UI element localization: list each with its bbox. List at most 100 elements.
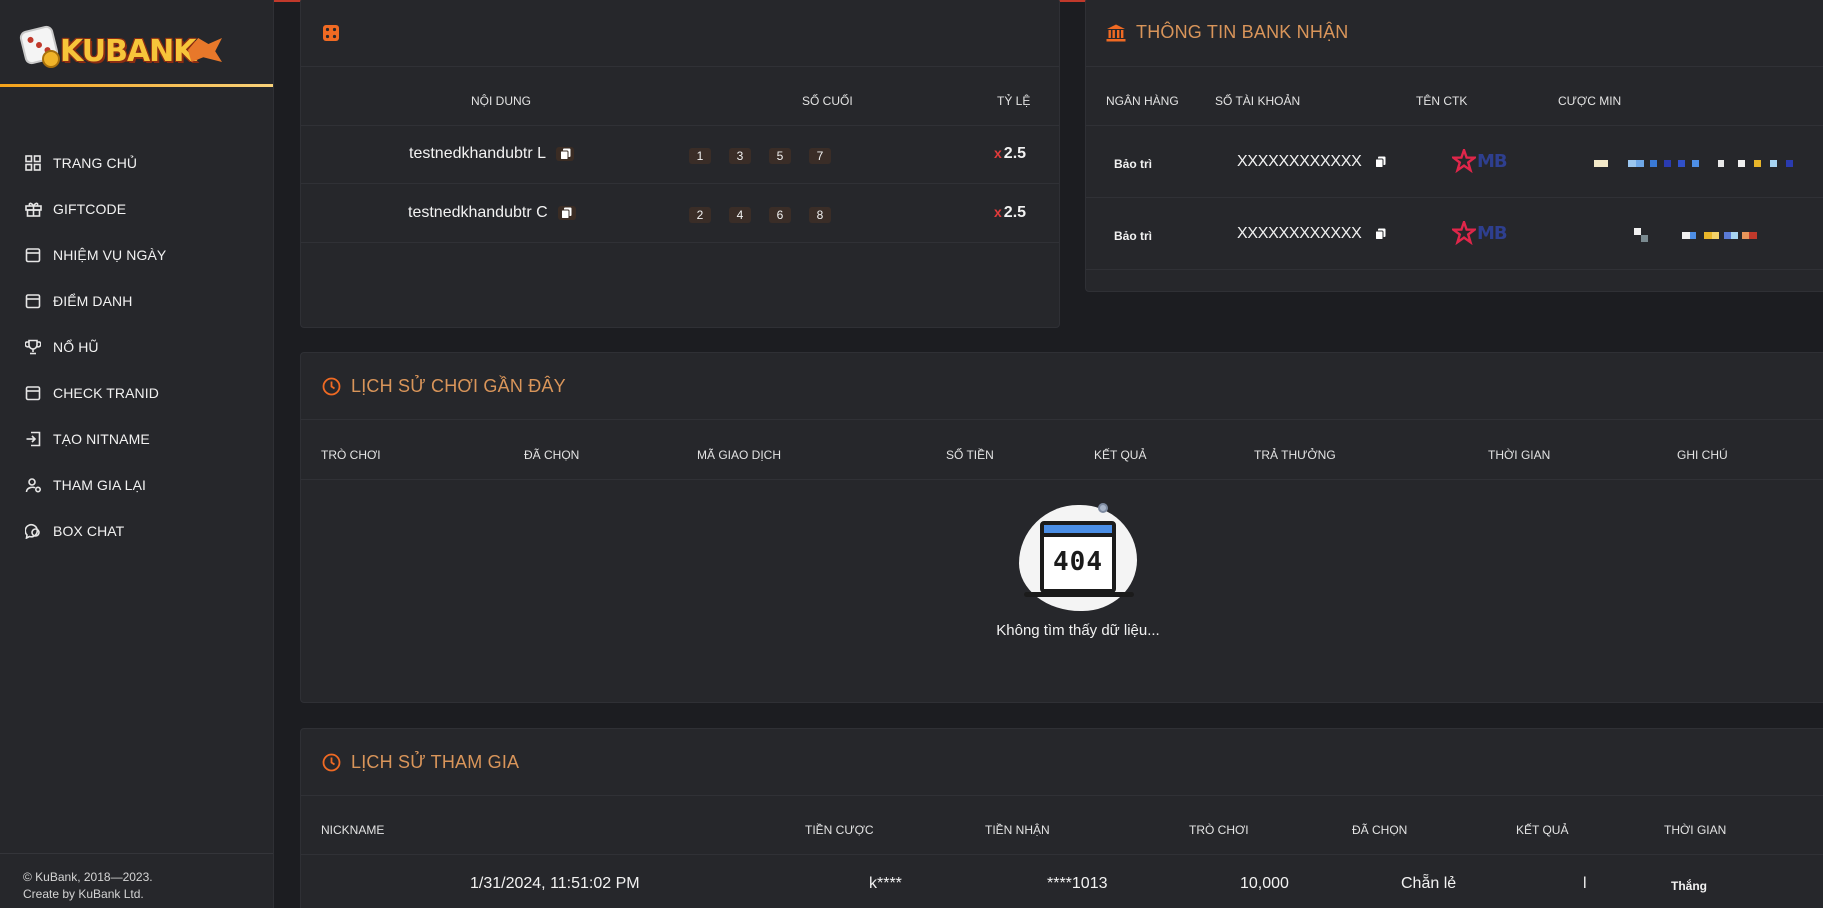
copy-icon[interactable] xyxy=(557,206,576,220)
rules-panel-header xyxy=(301,0,1059,67)
multiplier-sign: x xyxy=(994,145,1002,161)
calendar-icon xyxy=(24,246,42,264)
ratio-number: 2.5 xyxy=(1003,145,1027,162)
sidebar-item-tao-nitname[interactable]: TẠO NITNAME xyxy=(0,416,273,462)
copy-icon[interactable] xyxy=(1371,155,1389,169)
sidebar-item-tham-gia-lai[interactable]: THAM GIA LẠI xyxy=(0,462,273,508)
chip-logo-icon xyxy=(42,50,60,68)
user-gear-icon xyxy=(24,476,42,494)
calendar-check-icon xyxy=(24,292,42,310)
bank-header-account: SỐ TÀI KHOẢN xyxy=(1215,94,1301,108)
recent-header-note: GHI CHÚ xyxy=(1677,448,1728,462)
bank-panel-header: THÔNG TIN BANK NHẬN xyxy=(1086,0,1823,67)
sidebar-item-label: TẠO NITNAME xyxy=(53,431,150,447)
digit-badge: 3 xyxy=(729,148,751,164)
recent-history-title: LỊCH SỬ CHƠI GẦN ĐÂY xyxy=(351,375,566,396)
row-divider xyxy=(301,854,1823,855)
mb-bank-logo: MB xyxy=(1452,221,1508,245)
digit-badge: 5 xyxy=(769,148,791,164)
rules-panel: NỘI DUNG SỐ CUỐI TỶ LỆ testnedkhandubtr … xyxy=(300,0,1060,328)
empty-state-base xyxy=(1024,592,1134,597)
copy-icon[interactable] xyxy=(556,147,574,161)
bank-header-name: TÊN CTK xyxy=(1416,94,1468,108)
calendar-search-icon xyxy=(24,384,42,402)
mb-text: MB xyxy=(1477,150,1508,172)
sidebar-item-label: THAM GIA LẠI xyxy=(53,477,146,493)
sidebar-footer: © KuBank, 2018—2023. Create by KuBank Lt… xyxy=(23,869,153,903)
sidebar-item-box-chat[interactable]: BOX CHAT xyxy=(0,508,273,554)
card-top-bar xyxy=(1044,525,1112,537)
participation-history-title: LỊCH SỬ THAM GIA xyxy=(351,751,520,772)
rule-content-text: testnedkhandubtr C xyxy=(408,204,548,221)
sidebar-item-no-hu[interactable]: NỔ HŨ xyxy=(0,324,273,370)
recent-header-transaction: MÃ GIAO DỊCH xyxy=(697,448,782,462)
footer-credit: Create by KuBank Ltd. xyxy=(23,887,144,901)
ratio-value: x 2.5 xyxy=(994,204,1026,222)
sidebar-item-label: TRANG CHỦ xyxy=(53,155,138,171)
copy-icon[interactable] xyxy=(1371,227,1389,241)
chat-icon xyxy=(24,522,42,540)
mb-text: MB xyxy=(1477,222,1508,244)
ratio-number: 2.5 xyxy=(1003,204,1027,221)
empty-state-dot xyxy=(1098,503,1108,513)
mb-star-icon xyxy=(1452,221,1476,245)
row-divider xyxy=(301,183,1059,184)
empty-state-text: Không tìm thấy dữ liệu... xyxy=(996,622,1160,639)
joined-header-choice: ĐÃ CHỌN xyxy=(1352,823,1408,837)
gift-icon xyxy=(24,200,42,218)
login-icon xyxy=(24,430,42,448)
row-divider xyxy=(301,479,1823,480)
joined-header-nickname: NICKNAME xyxy=(321,823,385,837)
joined-header-result: KẾT QUẢ xyxy=(1516,823,1569,837)
participation-history-panel: LỊCH SỬ THAM GIA NICKNAME TIỀN CƯỢC TIỀN… xyxy=(300,728,1823,908)
row-divider xyxy=(1086,125,1823,126)
joined-header-bet: TIỀN CƯỢC xyxy=(805,823,874,837)
account-number: XXXXXXXXXXXX xyxy=(1237,153,1362,170)
multiplier-sign: x xyxy=(994,204,1002,220)
participation-history-header: LỊCH SỬ THAM GIA xyxy=(301,729,1823,796)
not-found-icon: 404 xyxy=(1040,521,1116,593)
grid-icon xyxy=(24,154,42,172)
sidebar-item-giftcode[interactable]: GIFTCODE xyxy=(0,186,273,232)
mb-bank-logo: MB xyxy=(1452,149,1508,173)
joined-row-account: ****1013 xyxy=(1047,875,1108,892)
joined-row-choice: l xyxy=(1583,875,1587,892)
joined-row-nickname: k**** xyxy=(869,875,902,892)
brand-logo[interactable]: KUBANK xyxy=(18,16,222,72)
recent-header-payout: TRẢ THƯỞNG xyxy=(1254,448,1336,462)
sidebar-nav: TRANG CHỦ GIFTCODE NHIỆM VỤ NGÀY ĐIỂM DA… xyxy=(0,140,273,554)
logo-text: KUBANK xyxy=(60,34,197,69)
bank-account: XXXXXXXXXXXX xyxy=(1237,225,1389,243)
clock-icon xyxy=(321,376,341,396)
recent-header-game: TRÒ CHƠI xyxy=(321,448,381,462)
footer-copyright: © KuBank, 2018—2023. xyxy=(23,870,153,884)
sidebar-item-label: BOX CHAT xyxy=(53,523,125,539)
sidebar-item-label: GIFTCODE xyxy=(53,201,127,217)
digit-badge: 1 xyxy=(689,148,711,164)
digit-badge: 4 xyxy=(729,207,751,223)
bank-header-bank: NGÂN HÀNG xyxy=(1106,94,1179,108)
recent-history-header: LỊCH SỬ CHƠI GẦN ĐÂY xyxy=(301,353,1823,420)
digit-badge: 2 xyxy=(689,207,711,223)
account-number: XXXXXXXXXXXX xyxy=(1237,225,1362,242)
rule-content: testnedkhandubtr C xyxy=(408,204,576,222)
rules-header-content: NỘI DUNG xyxy=(471,94,531,108)
sidebar-item-nhiem-vu-ngay[interactable]: NHIỆM VỤ NGÀY xyxy=(0,232,273,278)
not-found-code: 404 xyxy=(1053,547,1103,577)
sidebar-item-label: NỔ HŨ xyxy=(53,339,99,355)
row-divider xyxy=(1086,197,1823,198)
row-divider xyxy=(301,242,1059,243)
bank-panel: THÔNG TIN BANK NHẬN NGÂN HÀNG SỐ TÀI KHO… xyxy=(1085,0,1823,292)
rule-content-text: testnedkhandubtr L xyxy=(409,145,546,162)
joined-row-game: Chẵn lẻ xyxy=(1401,875,1457,892)
recent-header-result: KẾT QUẢ xyxy=(1094,448,1147,462)
joined-row-time: 1/31/2024, 11:51:02 PM xyxy=(470,875,640,892)
sidebar-item-check-tranid[interactable]: CHECK TRANID xyxy=(0,370,273,416)
row-divider xyxy=(301,125,1059,126)
sidebar-item-diem-danh[interactable]: ĐIỂM DANH xyxy=(0,278,273,324)
joined-header-received: TIỀN NHẬN xyxy=(985,823,1050,837)
sidebar-item-trang-chu[interactable]: TRANG CHỦ xyxy=(0,140,273,186)
rules-header-ratio: TỶ LỆ xyxy=(997,94,1031,108)
bank-panel-title: THÔNG TIN BANK NHẬN xyxy=(1136,22,1349,42)
sidebar-item-label: CHECK TRANID xyxy=(53,385,159,401)
